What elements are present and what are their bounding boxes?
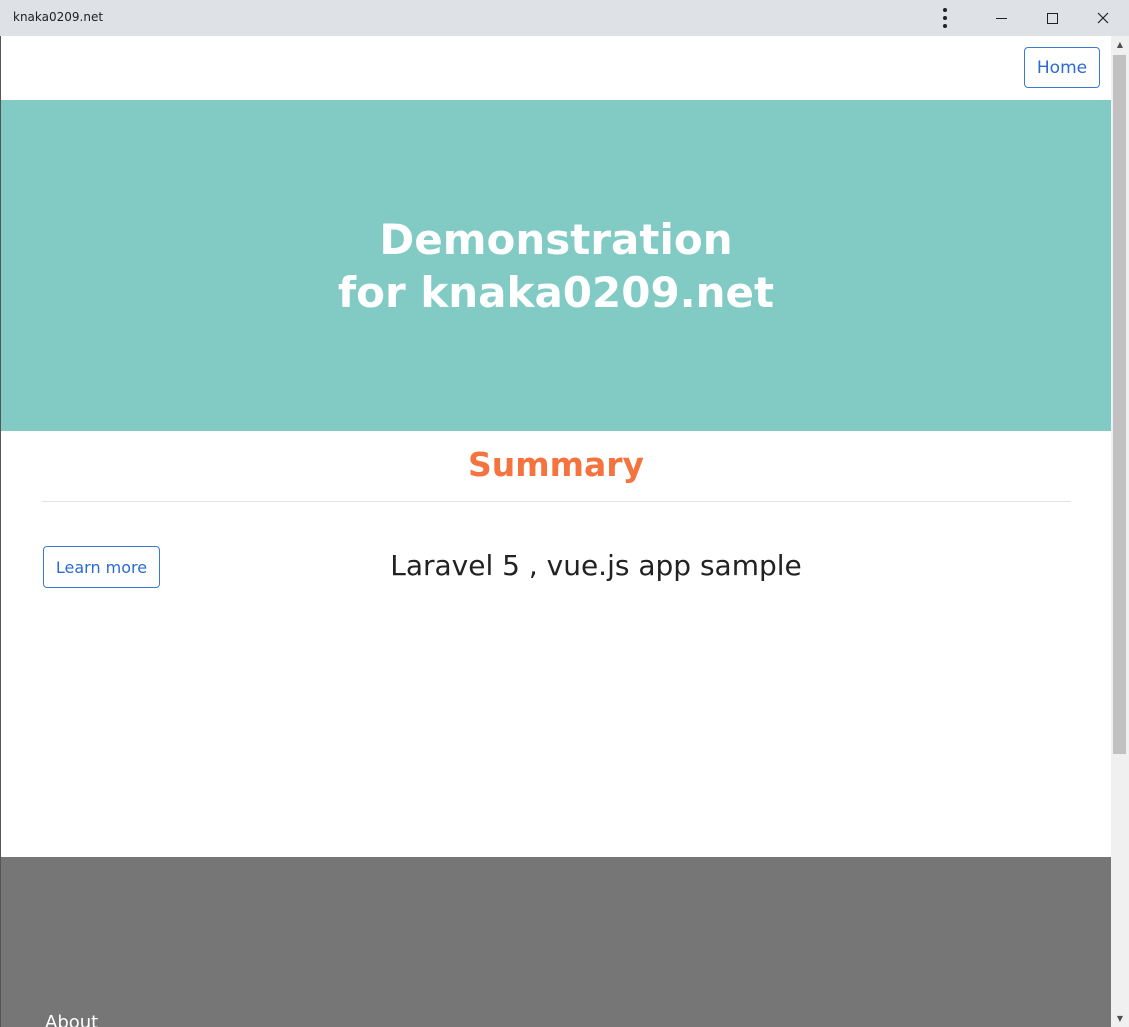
window-titlebar: knaka0209.net [0, 0, 1129, 36]
hero-title-line-2: for knaka0209.net [337, 267, 775, 317]
top-navbar: Home [1, 36, 1111, 100]
vertical-scrollbar[interactable]: ▲ ▼ [1111, 36, 1129, 1027]
scrollbar-thumb[interactable] [1113, 55, 1126, 754]
summary-heading: Summary [467, 445, 645, 484]
section-divider [42, 501, 1071, 502]
scroll-up-arrow-icon[interactable]: ▲ [1111, 36, 1129, 53]
close-icon[interactable] [1078, 0, 1128, 36]
scroll-down-arrow-icon[interactable]: ▼ [1111, 1010, 1129, 1027]
home-button[interactable]: Home [1024, 47, 1100, 88]
footer: About [1, 857, 1111, 1027]
footer-about-link[interactable]: About [45, 1012, 98, 1027]
window-title: knaka0209.net [13, 10, 104, 24]
app-sample-title: Laravel 5 , vue.js app sample [390, 549, 802, 582]
hero-banner: Demonstration for knaka0209.net [1, 100, 1111, 431]
kebab-menu-icon[interactable] [920, 0, 970, 36]
learn-more-button[interactable]: Learn more [43, 546, 160, 588]
hero-title-line-1: Demonstration [379, 214, 733, 264]
minimize-icon[interactable] [976, 0, 1026, 36]
maximize-icon[interactable] [1027, 0, 1077, 36]
page-viewport: Home Demonstration for knaka0209.net Sum… [0, 36, 1111, 1027]
